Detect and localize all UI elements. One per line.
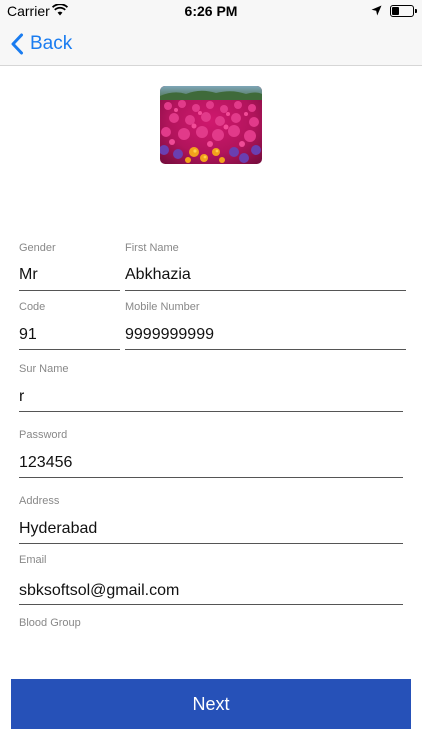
address-underline (19, 543, 403, 544)
address-field[interactable]: Address Hyderabad (19, 495, 403, 545)
password-input[interactable]: 123456 (19, 454, 72, 472)
navigation-bar: Back (0, 22, 422, 66)
surname-input[interactable]: r (19, 388, 24, 406)
status-bar: Carrier 6:26 PM (0, 0, 422, 22)
back-label: Back (30, 33, 73, 54)
flower-garden-photo (160, 86, 262, 164)
back-button[interactable]: Back (10, 30, 72, 58)
email-field[interactable]: Email sbksoftsol@gmail.com (19, 554, 403, 606)
first-name-underline (125, 290, 406, 291)
first-name-input[interactable]: Abkhazia (125, 266, 191, 284)
location-arrow-icon (371, 5, 382, 16)
address-input[interactable]: Hyderabad (19, 520, 97, 538)
code-label: Code (19, 301, 46, 313)
gender-value[interactable]: Mr (19, 266, 38, 284)
mobile-number-underline (125, 349, 406, 350)
first-name-field[interactable]: First Name Abkhazia (125, 242, 406, 292)
first-name-label: First Name (125, 242, 179, 254)
blood-group-label: Blood Group (19, 617, 81, 629)
mobile-number-label: Mobile Number (125, 301, 200, 313)
email-label: Email (19, 554, 47, 566)
scroll-clip (0, 640, 422, 678)
gender-field[interactable]: Gender Mr (19, 242, 120, 292)
mobile-number-field[interactable]: Mobile Number 9999999999 (125, 301, 406, 351)
surname-field[interactable]: Sur Name r (19, 363, 403, 413)
surname-underline (19, 411, 403, 412)
mobile-number-input[interactable]: 9999999999 (125, 326, 214, 344)
email-underline (19, 604, 403, 605)
code-input[interactable]: 91 (19, 326, 37, 344)
next-button[interactable]: Next (11, 679, 411, 729)
password-field[interactable]: Password 123456 (19, 429, 403, 479)
battery-icon (390, 5, 417, 17)
password-label: Password (19, 429, 68, 441)
gender-label: Gender (19, 242, 56, 254)
chevron-left-icon (11, 33, 23, 55)
status-time: 6:26 PM (184, 3, 238, 19)
gender-underline (19, 290, 120, 291)
code-field[interactable]: Code 91 (19, 301, 120, 351)
code-underline (19, 349, 120, 350)
email-input[interactable]: sbksoftsol@gmail.com (19, 582, 179, 600)
password-underline (19, 477, 403, 478)
profile-image[interactable] (160, 86, 262, 164)
surname-label: Sur Name (19, 363, 69, 375)
battery-level (392, 7, 399, 15)
address-label: Address (19, 495, 60, 507)
